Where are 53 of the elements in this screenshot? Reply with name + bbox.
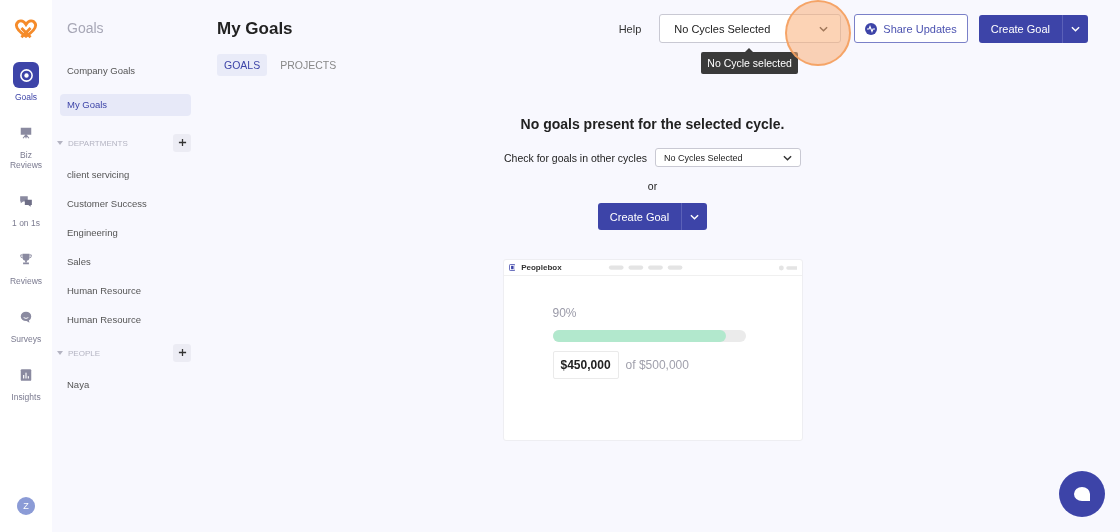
nav-item[interactable]: Goals [1,62,51,102]
sidebar-item[interactable]: client servicing [60,164,191,186]
nav-item[interactable]: Biz Reviews [1,120,51,170]
add-button[interactable] [173,134,191,152]
speech-bubble-icon [19,310,33,324]
create-goal-button[interactable]: Create Goal [597,203,708,230]
pretzel-logo [13,18,39,40]
sidebar-item[interactable]: My Goals [60,94,191,116]
add-button[interactable] [173,344,191,362]
sidebar-item[interactable]: Customer Success [60,193,191,215]
chevron-down-icon [819,25,829,32]
tab[interactable]: GOALS [217,54,268,76]
chat-bubble-icon [1073,486,1091,502]
easel-icon [19,126,33,140]
progress-percent: 90% [552,306,578,320]
nav-item[interactable]: 1 on 1s [1,188,51,228]
bar-chart-icon [19,368,33,382]
cycle-dropdown[interactable]: No Cycles Selected [655,148,801,167]
sidebar-item[interactable]: Engineering [60,222,191,244]
plus-icon [177,138,187,147]
cycle-dropdown[interactable]: No Cycles Selected [659,14,842,43]
chat-button[interactable] [1059,471,1105,517]
plus-icon [177,348,187,357]
sidebar-item[interactable]: Human Resource [60,280,191,302]
chevron-down-icon [783,154,792,161]
tab[interactable]: PROJECTS [273,54,344,76]
trophy-icon [19,252,33,266]
pulse-icon [865,22,878,35]
help-link[interactable]: Help [618,22,642,35]
prompt-label: Check for goals in other cycles [504,151,647,164]
chat-icon [19,194,33,208]
section-heading: DEPARTMENTS [68,138,129,148]
nav-item[interactable]: Insights [1,362,51,402]
sidebar-item[interactable]: Naya [60,374,191,396]
target-icon [18,67,34,83]
panel-title: Goals [66,20,105,36]
sidebar-item[interactable]: Company Goals [60,60,191,82]
nav-item[interactable]: Surveys [1,304,51,344]
target-value: of $500,000 [625,358,689,372]
brand-name: Peoplebox [521,263,562,272]
section-heading: PEOPLE [68,348,101,358]
chevron-down-icon [690,213,700,220]
sidebar-item[interactable]: Sales [60,251,191,273]
amount-value: $450,000 [552,351,619,379]
nav-item[interactable]: Reviews [1,246,51,286]
empty-state-heading: No goals present for the selected cycle. [520,116,785,132]
logo-icon [508,264,516,271]
chevron-down-icon [1071,25,1080,32]
sidebar-item[interactable]: Human Resource [60,309,191,331]
page-title: My Goals [217,18,294,39]
separator-text: or [647,180,658,192]
share-updates-button[interactable]: Share Updates [854,14,968,43]
create-goal-button[interactable]: Create Goal [978,14,1088,43]
